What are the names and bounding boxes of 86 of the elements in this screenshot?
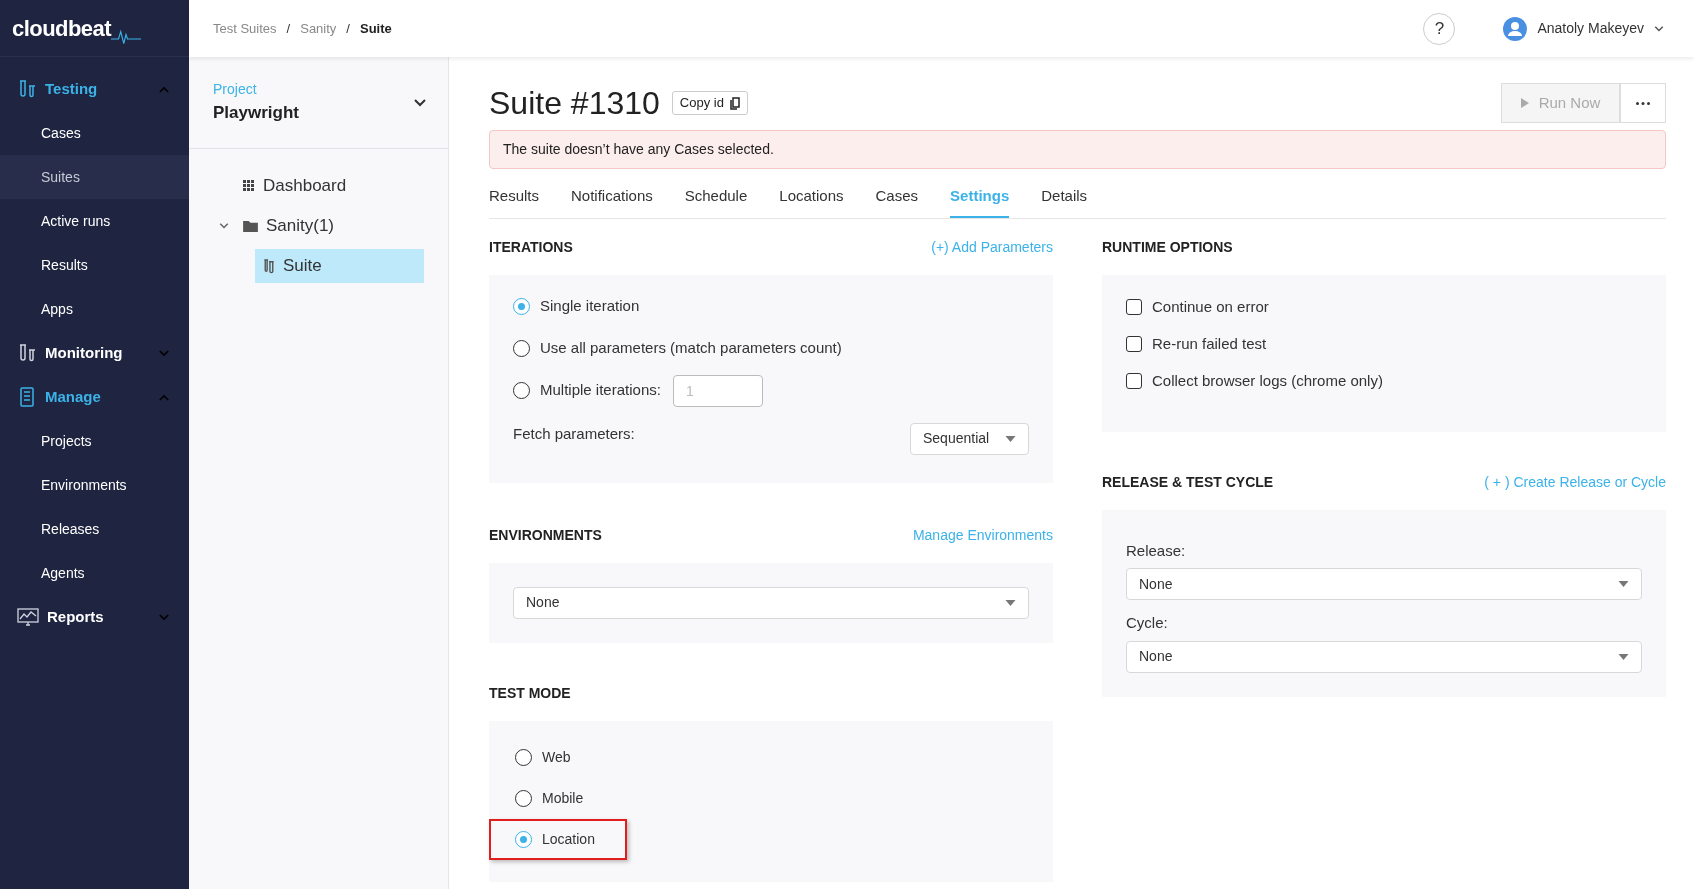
copy-icon [729, 96, 740, 110]
fetch-parameters-label: Fetch parameters: [513, 423, 635, 444]
breadcrumb-separator: / [286, 19, 291, 38]
radio-button[interactable] [515, 830, 532, 848]
select-dropdown[interactable]: Sequential [910, 422, 1029, 455]
folder-icon [243, 220, 258, 232]
project-label: Project [213, 80, 258, 100]
radio-label: Use all parameters (match parameters count) [540, 338, 842, 359]
radio-button[interactable] [513, 382, 530, 399]
chevron-down-icon [159, 613, 169, 621]
section-title: ITERATIONS [489, 238, 573, 257]
sidebar-section[interactable]: Testing [0, 67, 189, 111]
play-icon [1520, 98, 1529, 108]
radio-label: Mobile [542, 788, 584, 808]
tab[interactable]: Schedule [684, 185, 748, 218]
caret-icon [1618, 653, 1629, 660]
radio-label: Single iteration [540, 296, 640, 317]
breadcrumb-link[interactable]: Sanity [300, 18, 337, 39]
sidebar-item[interactable]: Active runs [0, 199, 189, 243]
sidebar-item[interactable]: Results [0, 243, 189, 287]
tree-item[interactable]: Suite [255, 249, 424, 283]
select-dropdown[interactable]: None [513, 586, 1029, 619]
section-title: RUNTIME OPTIONS [1102, 238, 1233, 257]
chevron-down-icon [1654, 25, 1664, 32]
radio-button[interactable] [515, 748, 532, 766]
sidebar-item[interactable]: Environments [0, 463, 189, 507]
test-tubes-icon [17, 343, 37, 363]
tab[interactable]: Results [489, 185, 540, 218]
select-dropdown[interactable]: None [1126, 640, 1642, 673]
radio-label: Location [542, 829, 595, 849]
tab[interactable]: Notifications [571, 185, 653, 218]
user-menu[interactable]: Anatoly Makeyev [1503, 16, 1664, 41]
radio-label: Web [542, 747, 571, 767]
iterations-count-field[interactable]: 1 [672, 374, 763, 407]
sidebar-item[interactable]: Projects [0, 419, 189, 463]
checkbox-label: Collect browser logs (chrome only) [1152, 370, 1383, 391]
grid-icon [243, 180, 255, 192]
tree-item[interactable]: Dashboard [235, 169, 424, 203]
sidebar-item[interactable]: Apps [0, 287, 189, 331]
tree-item[interactable]: Sanity(1) [235, 209, 424, 243]
caret-icon [1618, 581, 1629, 587]
radio-button[interactable] [515, 789, 532, 807]
radio-label: Multiple iterations: [540, 380, 661, 401]
field-label: Release: [1126, 540, 1187, 561]
tab[interactable]: Locations [779, 185, 844, 218]
checkbox[interactable] [1126, 299, 1142, 315]
user-avatar-icon [1503, 16, 1528, 41]
caret-icon [1005, 599, 1016, 606]
logo[interactable]: cloudbeat [12, 11, 141, 45]
sidebar-section[interactable]: Monitoring [0, 331, 189, 375]
section-title: RELEASE & TEST CYCLE [1102, 473, 1274, 492]
checkbox-label: Re-run failed test [1152, 333, 1267, 354]
checkbox[interactable] [1126, 336, 1142, 352]
radio-button[interactable] [513, 340, 530, 357]
tab[interactable]: Cases [875, 185, 919, 218]
caret-icon [1005, 435, 1016, 442]
copy-id-button[interactable]: Copy id [671, 91, 748, 115]
checklist-icon [17, 387, 37, 407]
radio-button[interactable] [513, 298, 530, 315]
test-tubes-icon [263, 258, 275, 274]
sidebar-section[interactable]: Reports [0, 595, 189, 639]
breadcrumb-link[interactable]: Suite [360, 18, 392, 39]
more-icon [1636, 101, 1650, 105]
test-tubes-icon [17, 79, 37, 99]
breadcrumb-link[interactable]: Test Suites [213, 18, 277, 39]
sidebar-section[interactable]: Manage [0, 375, 189, 419]
project-name[interactable]: Playwright [213, 100, 299, 126]
alert-message: The suite doesn’t have any Cases selected. [489, 130, 1666, 169]
section-title: ENVIRONMENTS [489, 526, 602, 545]
tab[interactable]: Details [1041, 185, 1088, 218]
sidebar-item[interactable]: Suites [0, 155, 189, 199]
sidebar-item[interactable]: Releases [0, 507, 189, 551]
chart-monitor-icon [17, 607, 39, 627]
field-label: Cycle: [1126, 613, 1169, 633]
page-title: Suite #1310 [489, 84, 660, 123]
chevron-up-icon [159, 393, 169, 401]
select-dropdown[interactable]: None [1126, 568, 1642, 600]
chevron-down-icon [414, 98, 426, 107]
section-title: TEST MODE [489, 684, 571, 703]
sidebar-item[interactable]: Agents [0, 551, 189, 595]
chevron-up-icon [159, 85, 169, 93]
chevron-down-icon [159, 349, 169, 357]
checkbox[interactable] [1126, 373, 1142, 389]
breadcrumb-separator: / [346, 19, 350, 38]
sidebar-item[interactable]: Cases [0, 111, 189, 155]
checkbox-label: Continue on error [1152, 296, 1269, 317]
